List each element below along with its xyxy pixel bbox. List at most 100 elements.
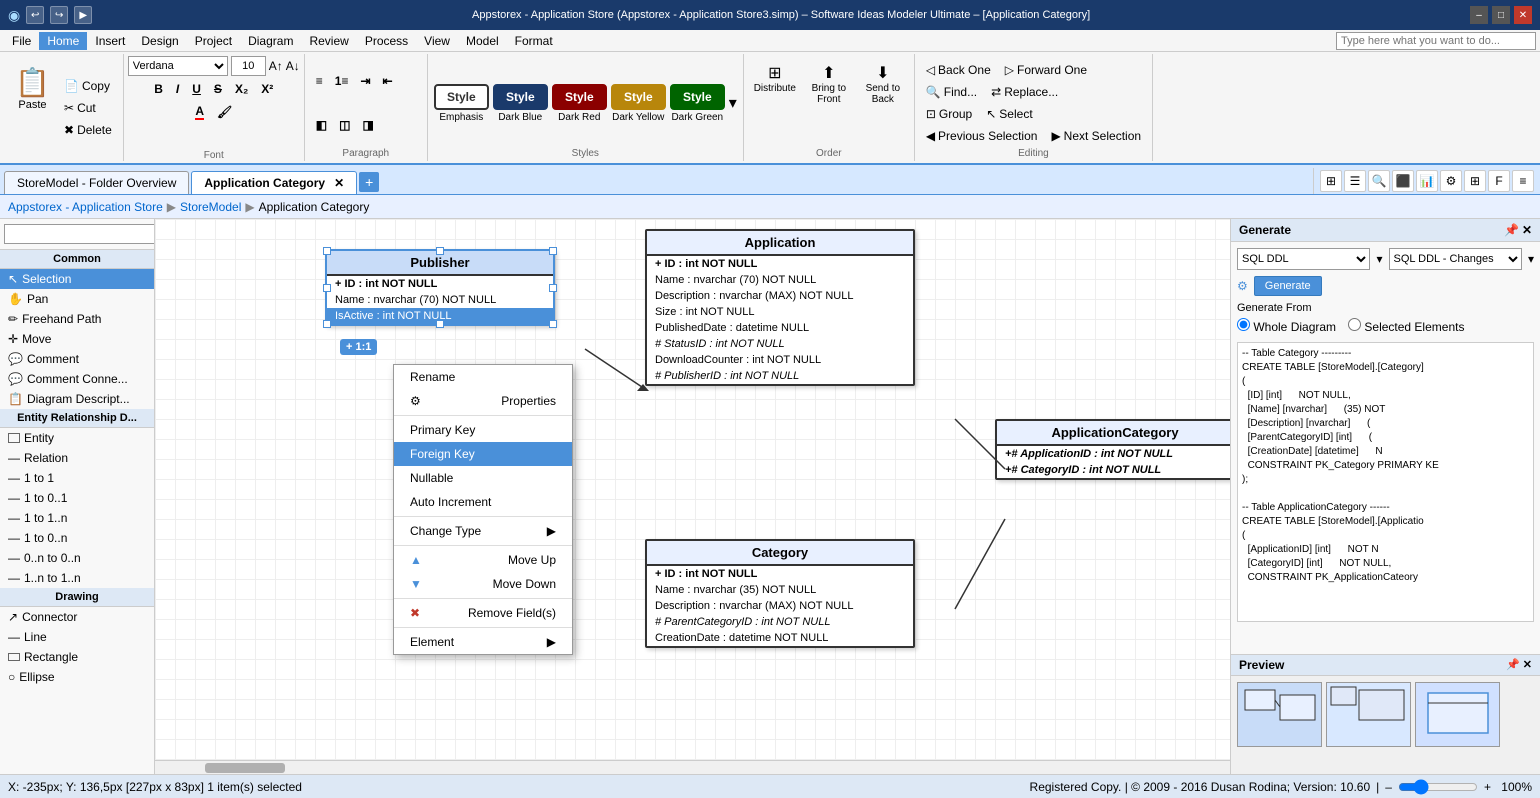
list-bullet-button[interactable]: ≡ <box>311 72 328 90</box>
cut-button[interactable]: ✂ Cut <box>59 98 117 118</box>
bold-button[interactable]: B <box>149 80 168 98</box>
ctx-properties[interactable]: ⚙ Properties <box>394 389 572 413</box>
close-tab-icon[interactable]: ✕ <box>334 176 344 190</box>
ctx-primary-key[interactable]: Primary Key <box>394 418 572 442</box>
whole-diagram-radio[interactable] <box>1237 318 1250 331</box>
tool-comment-connector[interactable]: 💬 Comment Conne... <box>0 369 154 389</box>
tab-store-model[interactable]: StoreModel - Folder Overview <box>4 171 189 194</box>
style-dark-red-button[interactable]: Style <box>552 84 607 110</box>
find-button[interactable]: 🔍 Find... <box>921 82 982 102</box>
cat-field-0[interactable]: + ID : int NOT NULL <box>647 566 913 582</box>
whole-diagram-option[interactable]: Whole Diagram <box>1237 318 1336 334</box>
menu-model[interactable]: Model <box>458 32 507 50</box>
tool-pan[interactable]: ✋ Pan <box>0 289 154 309</box>
copy-button[interactable]: 📄 Copy <box>59 76 117 96</box>
tool-1to0n[interactable]: — 1 to 0..n <box>0 528 154 548</box>
app-field-5[interactable]: # StatusID : int NOT NULL <box>647 336 913 352</box>
cat-field-4[interactable]: CreationDate : datetime NOT NULL <box>647 630 913 646</box>
app-field-0[interactable]: + ID : int NOT NULL <box>647 256 913 272</box>
tool-connector[interactable]: ↗ Connector <box>0 607 154 627</box>
h-scrollbar[interactable] <box>155 760 1230 774</box>
diagram-tb-btn-5[interactable]: 📊 <box>1416 170 1438 192</box>
selected-elements-radio[interactable] <box>1348 318 1361 331</box>
canvas-area[interactable]: Publisher + ID : int NOT NULL Name : nva… <box>155 219 1230 774</box>
forward-one-button[interactable]: ▷ Forward One <box>1000 60 1092 80</box>
tool-0nto0n[interactable]: — 0..n to 0..n <box>0 548 154 568</box>
tool-1to1[interactable]: — 1 to 1 <box>0 468 154 488</box>
font-grow-icon[interactable]: A↑ <box>269 59 283 73</box>
tool-comment[interactable]: 💬 Comment <box>0 349 154 369</box>
tool-rectangle[interactable]: Rectangle <box>0 647 154 667</box>
style-dark-green-button[interactable]: Style <box>670 84 725 110</box>
app-field-1[interactable]: Name : nvarchar (70) NOT NULL <box>647 272 913 288</box>
ctx-nullable[interactable]: Nullable <box>394 466 572 490</box>
maximize-btn[interactable]: □ <box>1492 6 1510 24</box>
tool-line[interactable]: — Line <box>0 627 154 647</box>
font-size-input[interactable] <box>231 56 266 76</box>
prev-selection-button[interactable]: ◀ Previous Selection <box>921 126 1043 146</box>
tool-1nto1n[interactable]: — 1..n to 1..n <box>0 568 154 588</box>
styles-more-button[interactable]: ▾ <box>729 93 737 113</box>
tool-entity[interactable]: Entity <box>0 428 154 448</box>
menu-file[interactable]: File <box>4 32 39 50</box>
diagram-tb-btn-7[interactable]: ⊞ <box>1464 170 1486 192</box>
menu-home[interactable]: Home <box>39 32 87 50</box>
group-button[interactable]: ⊡ Group <box>921 104 977 124</box>
sql-ddl-select[interactable]: SQL DDL <box>1237 248 1370 270</box>
cat-field-3[interactable]: # ParentCategoryID : int NOT NULL <box>647 614 913 630</box>
list-number-button[interactable]: 1≡ <box>330 72 354 90</box>
font-color-button[interactable]: A <box>190 102 209 122</box>
menu-process[interactable]: Process <box>357 32 416 50</box>
tool-ellipse[interactable]: ○ Ellipse <box>0 667 154 687</box>
preview-thumb-1[interactable] <box>1326 682 1411 747</box>
minimize-btn[interactable]: – <box>1470 6 1488 24</box>
bring-to-front-button[interactable]: ⬆ Bring toFront <box>804 60 854 108</box>
diagram-tb-btn-2[interactable]: ☰ <box>1344 170 1366 192</box>
indent-less-button[interactable]: ⇤ <box>378 72 398 90</box>
panel-close-icon[interactable]: ✕ <box>1522 223 1532 237</box>
publisher-field-1[interactable]: Name : nvarchar (70) NOT NULL <box>327 292 553 308</box>
diagram-tb-btn-3[interactable]: 🔍 <box>1368 170 1390 192</box>
tool-relation[interactable]: — Relation <box>0 448 154 468</box>
superscript-button[interactable]: X² <box>256 80 278 98</box>
appcategory-field-1[interactable]: +# CategoryID : int NOT NULL <box>997 462 1230 478</box>
strikethrough-button[interactable]: S <box>209 80 227 98</box>
add-tab-button[interactable]: + <box>359 172 379 192</box>
tool-1to01[interactable]: — 1 to 0..1 <box>0 488 154 508</box>
diagram-tb-btn-8[interactable]: F <box>1488 170 1510 192</box>
ctx-auto-increment[interactable]: Auto Increment <box>394 490 572 514</box>
menu-insert[interactable]: Insert <box>87 32 133 50</box>
ctx-move-down[interactable]: ▼ Move Down <box>394 572 572 596</box>
menu-view[interactable]: View <box>416 32 458 50</box>
publisher-entity[interactable]: Publisher + ID : int NOT NULL Name : nva… <box>325 249 555 326</box>
app-field-6[interactable]: DownloadCounter : int NOT NULL <box>647 352 913 368</box>
ctx-rename[interactable]: Rename <box>394 365 572 389</box>
align-left-button[interactable]: ◧ <box>311 116 332 134</box>
menu-format[interactable]: Format <box>507 32 561 50</box>
diagram-tb-btn-9[interactable]: ≡ <box>1512 170 1534 192</box>
quick-redo[interactable]: ↪ <box>50 6 68 24</box>
menu-project[interactable]: Project <box>187 32 240 50</box>
ctx-remove-fields[interactable]: ✖ Remove Field(s) <box>394 601 572 625</box>
style-dark-blue-button[interactable]: Style <box>493 84 548 110</box>
align-right-button[interactable]: ◨ <box>357 116 378 134</box>
ctx-change-type[interactable]: Change Type ▶ <box>394 519 572 543</box>
zoom-in-icon[interactable]: + <box>1484 780 1491 794</box>
ctx-move-up[interactable]: ▲ Move Up <box>394 548 572 572</box>
cat-field-2[interactable]: Description : nvarchar (MAX) NOT NULL <box>647 598 913 614</box>
distribute-button[interactable]: ⊞ Distribute <box>750 60 800 108</box>
italic-button[interactable]: I <box>171 80 184 98</box>
tab-application-category[interactable]: Application Category ✕ <box>191 171 357 194</box>
app-field-3[interactable]: Size : int NOT NULL <box>647 304 913 320</box>
underline-button[interactable]: U <box>187 80 206 98</box>
breadcrumb-item-0[interactable]: Appstorex - Application Store <box>8 200 163 214</box>
preview-pin-icon[interactable]: 📌 <box>1506 658 1520 672</box>
menu-review[interactable]: Review <box>301 32 356 50</box>
left-search-input[interactable] <box>4 224 155 244</box>
font-family-select[interactable]: Verdana <box>128 56 228 76</box>
app-field-2[interactable]: Description : nvarchar (MAX) NOT NULL <box>647 288 913 304</box>
application-entity[interactable]: Application + ID : int NOT NULL Name : n… <box>645 229 915 386</box>
next-selection-button[interactable]: ▶ Next Selection <box>1046 126 1146 146</box>
sql-ddl-changes-select[interactable]: SQL DDL - Changes <box>1389 248 1522 270</box>
appcategory-field-0[interactable]: +# ApplicationID : int NOT NULL <box>997 446 1230 462</box>
